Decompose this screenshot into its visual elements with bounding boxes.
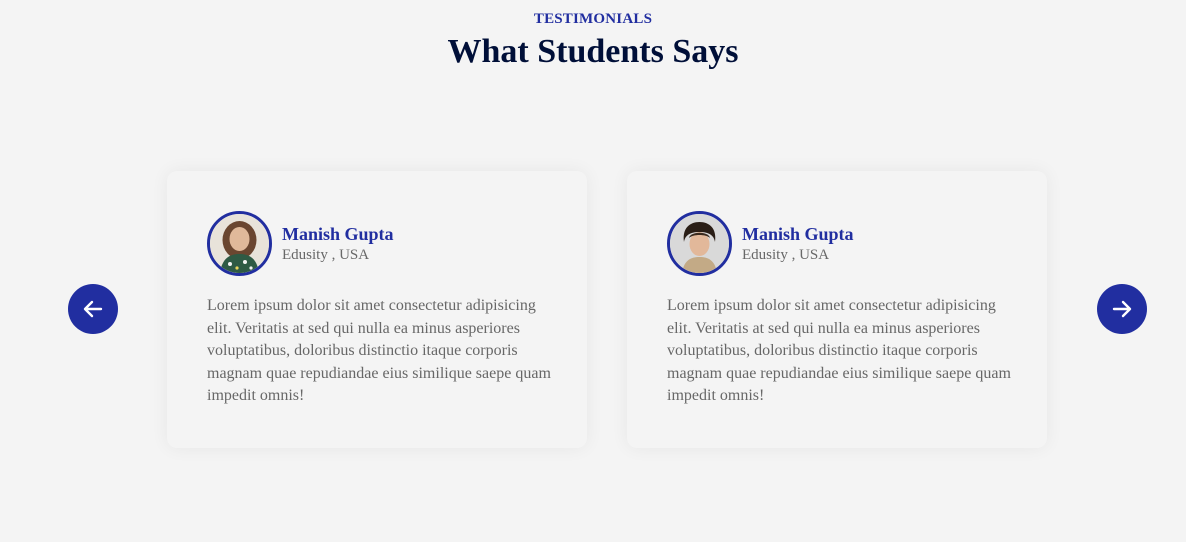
avatar: [667, 211, 732, 276]
user-info: Manish Gupta Edusity , USA: [667, 211, 854, 276]
next-button[interactable]: [1097, 284, 1147, 334]
testimonial-text: Lorem ipsum dolor sit amet consectetur a…: [207, 297, 551, 404]
section-subtitle: TESTIMONIALS: [533, 11, 653, 27]
testimonial-card: Manish Gupta Edusity , USA Lorem ipsum d…: [167, 171, 587, 448]
user-location: Edusity , USA: [742, 247, 830, 263]
avatar: [207, 211, 272, 276]
testimonial-text: Lorem ipsum dolor sit amet consectetur a…: [667, 297, 1011, 404]
arrow-right-icon: [1112, 300, 1132, 318]
user-name: Manish Gupta: [742, 224, 854, 244]
section-title: What Students Says: [447, 33, 739, 70]
arrow-left-icon: [83, 300, 103, 318]
user-name: Manish Gupta: [282, 224, 394, 244]
prev-button[interactable]: [68, 284, 118, 334]
user-location: Edusity , USA: [282, 247, 370, 263]
user-info: Manish Gupta Edusity , USA: [207, 211, 394, 276]
testimonial-card: Manish Gupta Edusity , USA Lorem ipsum d…: [627, 171, 1047, 448]
